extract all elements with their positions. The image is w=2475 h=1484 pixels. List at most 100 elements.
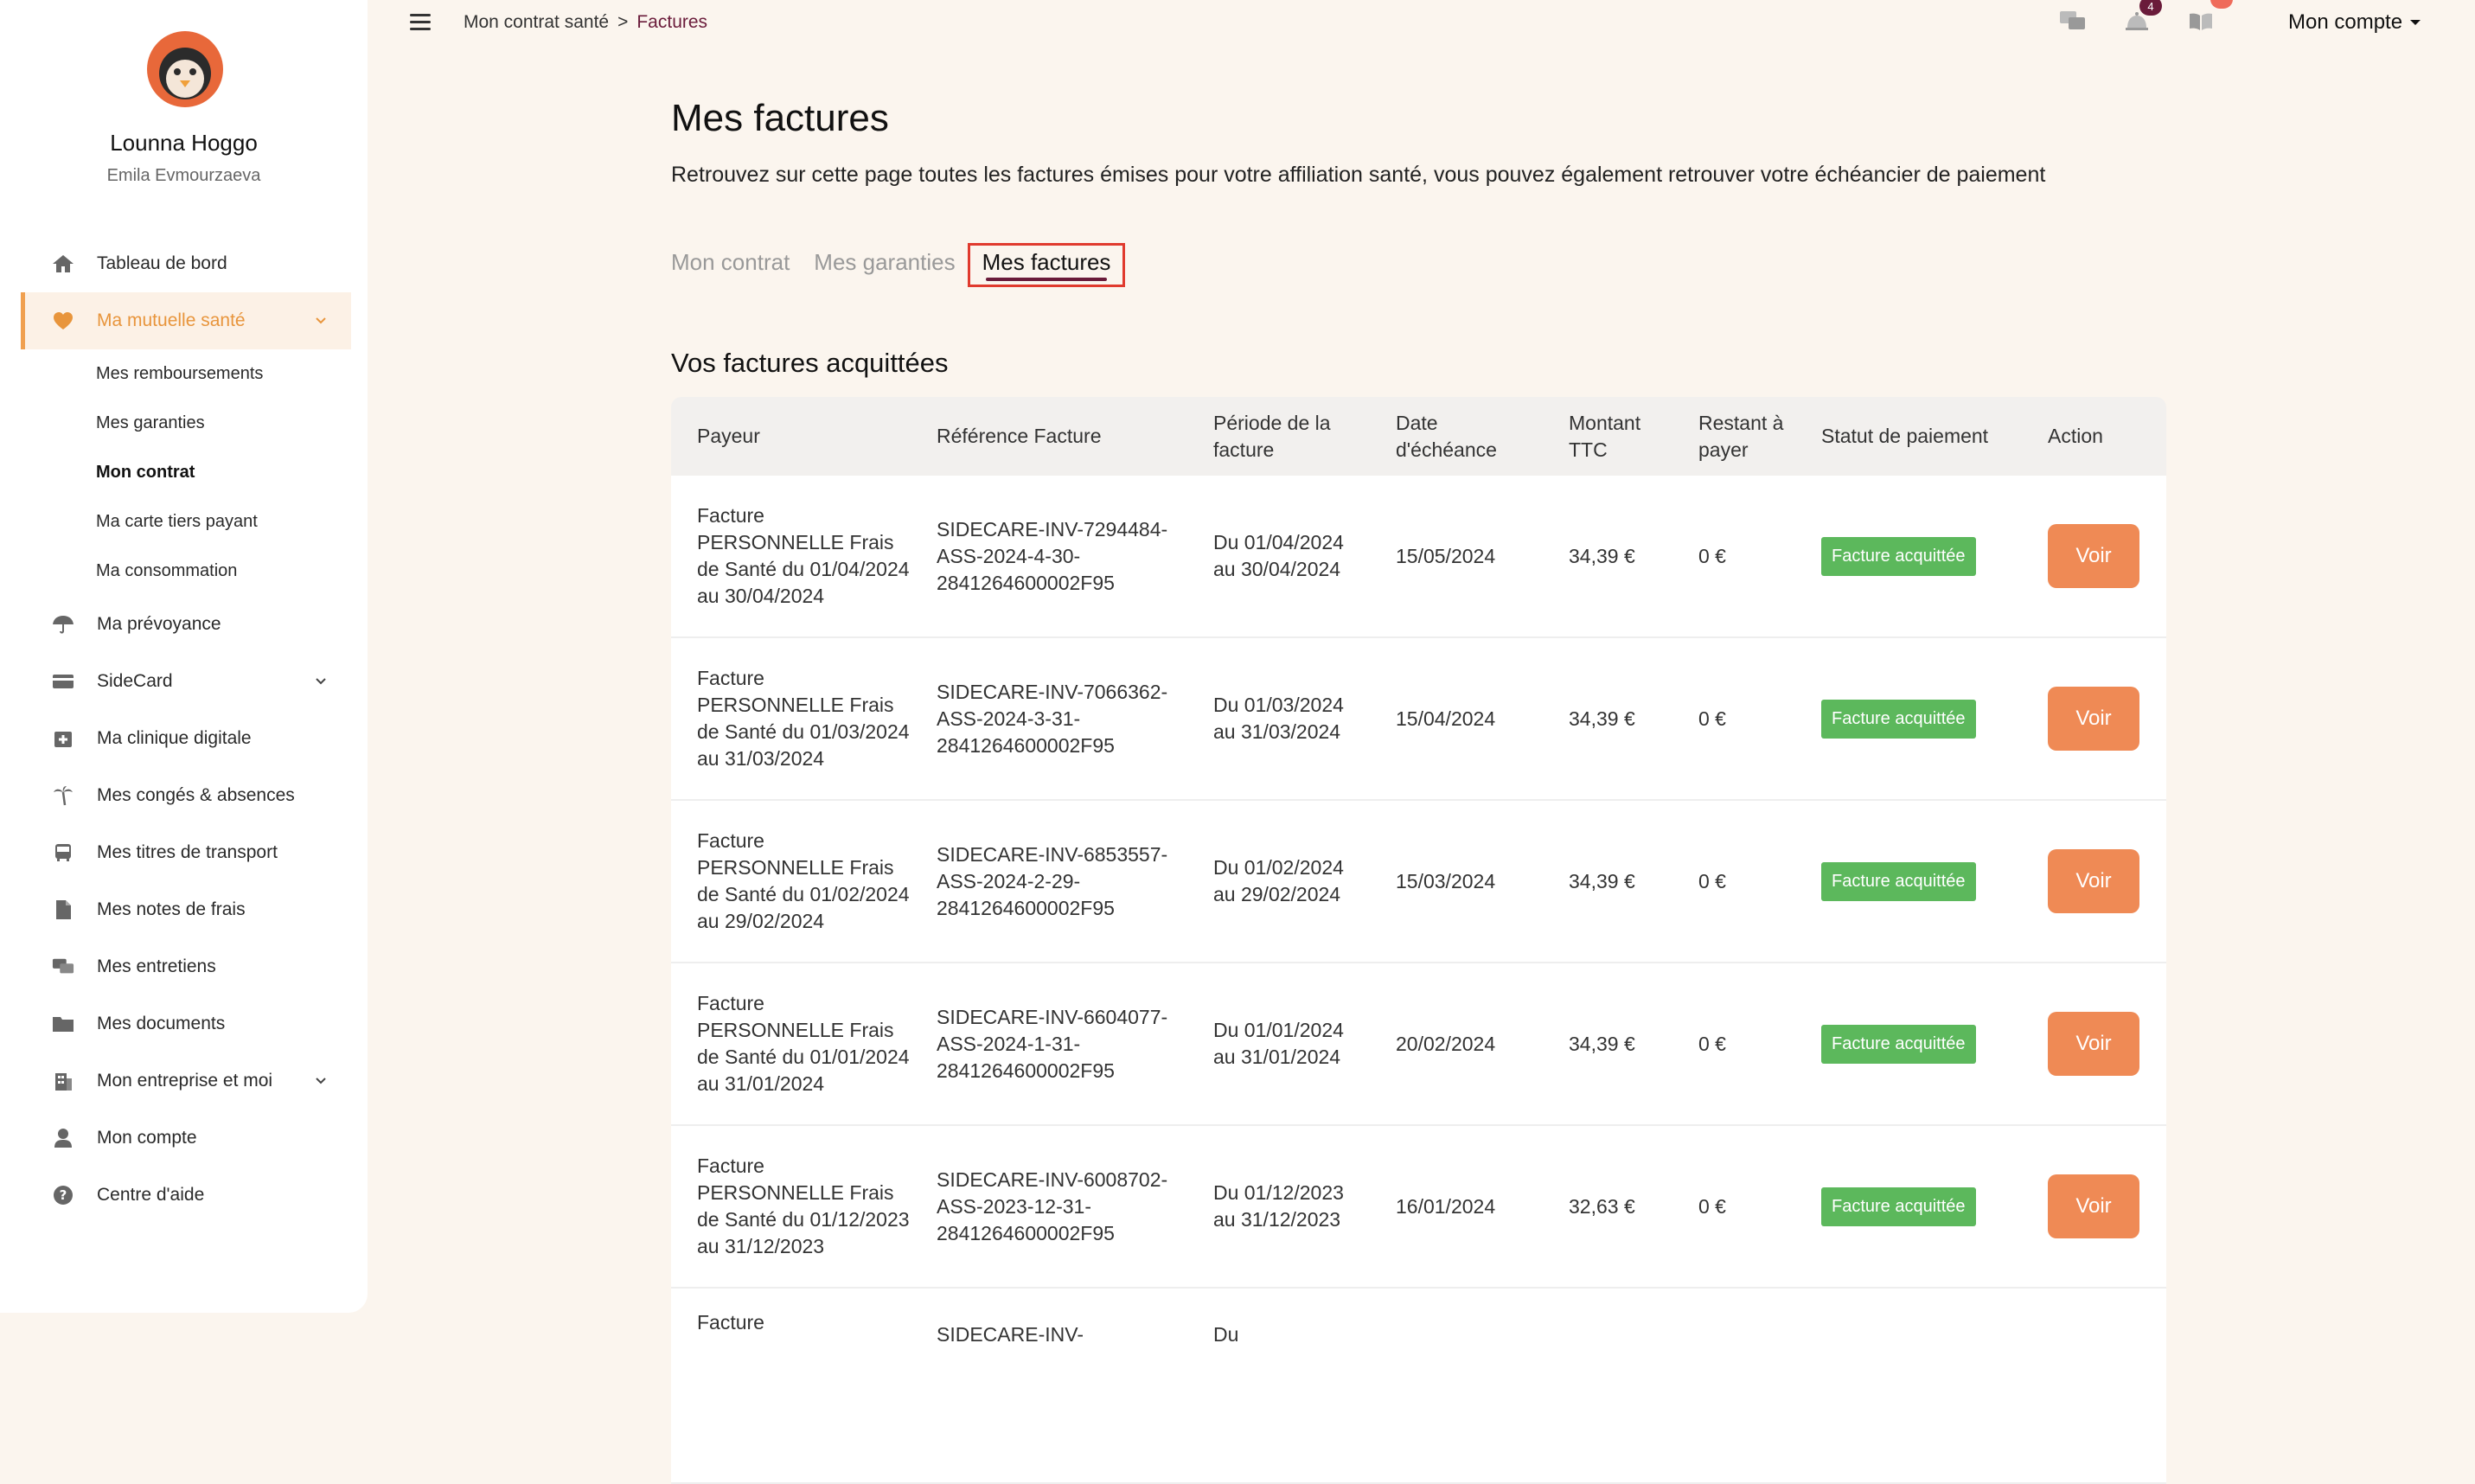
chat-icon <box>52 956 74 977</box>
account-label: Mon compte <box>2288 10 2403 34</box>
breadcrumb-current: Factures <box>636 12 708 32</box>
invoices-table: Payeur Référence Facture Période de la f… <box>671 397 2166 1484</box>
subnav-item-garanties[interactable]: Mes garanties <box>96 399 351 448</box>
tab-mes-garanties[interactable]: Mes garanties <box>814 249 955 287</box>
subnav-item-remboursements[interactable]: Mes remboursements <box>96 349 351 399</box>
sidebar-item-compte[interactable]: Mon compte <box>21 1110 351 1167</box>
cell-reference: SIDECARE-INV-7066362-ASS-2024-3-31-28412… <box>911 637 1187 801</box>
cell-due-date <box>1370 1288 1543 1484</box>
page-description: Retrouvez sur cette page toutes les fact… <box>671 163 2046 187</box>
sidebar-item-sidecard[interactable]: SideCard <box>21 653 351 710</box>
column-header: Période de la facture <box>1187 397 1370 476</box>
topbar-icons: 4 <box>2058 0 2233 35</box>
sidebar-item-dashboard[interactable]: Tableau de bord <box>21 235 351 292</box>
penguin-avatar-icon <box>159 48 211 99</box>
chevron-down-icon[interactable] <box>315 675 327 688</box>
cell-due-date: 20/02/2024 <box>1370 963 1543 1126</box>
cell-action: Voir <box>2022 963 2166 1126</box>
sidebar-item-label: Centre d'aide <box>97 1185 205 1205</box>
notification-badge: 4 <box>2139 0 2162 16</box>
cell-period: Du 01/01/2024 au 31/01/2024 <box>1187 963 1370 1126</box>
table-row: Facture PERSONNELLE Frais de Santé du 01… <box>671 963 2166 1126</box>
section-title: Vos factures acquittées <box>671 348 949 378</box>
sidebar-item-label: Mes notes de frais <box>97 899 246 919</box>
voir-button[interactable]: Voir <box>2048 1012 2139 1076</box>
sidebar-item-transport[interactable]: Mes titres de transport <box>21 824 351 881</box>
cell-period: Du 01/12/2023 au 31/12/2023 <box>1187 1125 1370 1289</box>
bus-icon <box>52 842 74 863</box>
cell-amount: 34,39 € <box>1543 963 1672 1126</box>
chevron-down-icon[interactable] <box>315 1075 327 1087</box>
user-icon <box>52 1128 74 1148</box>
cell-payer: Facture PERSONNELLE Frais de Santé du 01… <box>671 476 911 638</box>
column-header: Restant à payer <box>1672 397 1795 476</box>
cell-status: Facture acquittée <box>1795 476 2022 638</box>
umbrella-icon <box>52 614 74 635</box>
cell-status: Facture acquittée <box>1795 963 2022 1126</box>
tab-label: Mes factures <box>982 249 1111 275</box>
sidebar-item-mutuelle[interactable]: Ma mutuelle santé <box>21 292 351 349</box>
cell-payer: Facture <box>671 1288 911 1484</box>
breadcrumb-parent[interactable]: Mon contrat santé <box>464 12 609 33</box>
tabs: Mon contrat Mes garanties Mes factures <box>671 243 1126 287</box>
sidebar-item-clinique[interactable]: Ma clinique digitale <box>21 710 351 767</box>
voir-button[interactable]: Voir <box>2048 849 2139 913</box>
subnav-item-carte-tiers-payant[interactable]: Ma carte tiers payant <box>96 497 351 547</box>
table-row: Facture PERSONNELLE Frais de Santé du 01… <box>671 637 2166 801</box>
sidebar-nav: Tableau de bord Ma mutuelle santé Mes re… <box>21 235 351 1224</box>
voir-button[interactable]: Voir <box>2048 524 2139 588</box>
chevron-down-icon[interactable] <box>315 315 327 327</box>
cell-period: Du 01/02/2024 au 29/02/2024 <box>1187 800 1370 963</box>
sidebar-item-conges[interactable]: Mes congés & absences <box>21 767 351 824</box>
avatar[interactable] <box>147 31 223 107</box>
book-badge <box>2210 0 2233 9</box>
cell-status: Facture acquittée <box>1795 1125 2022 1289</box>
breadcrumb-separator: > <box>617 12 629 32</box>
cell-payer: Facture PERSONNELLE Frais de Santé du 01… <box>671 1125 911 1289</box>
sidebar-item-documents[interactable]: Mes documents <box>21 995 351 1052</box>
subnav-item-contrat[interactable]: Mon contrat <box>96 448 351 497</box>
cell-remaining: 0 € <box>1672 963 1795 1126</box>
cell-action: Voir <box>2022 1125 2166 1289</box>
sidebar-item-label: Mes documents <box>97 1014 226 1033</box>
subnav-item-consommation[interactable]: Ma consommation <box>96 547 351 596</box>
cell-action: Voir <box>2022 476 2166 638</box>
cell-remaining: 0 € <box>1672 476 1795 638</box>
sidebar: Lounna Hoggo Emila Evmourzaeva Tableau d… <box>0 0 368 1313</box>
table-row: Facture SIDECARE-INV- Du <box>671 1288 2166 1484</box>
clinic-icon <box>52 728 74 749</box>
cell-reference: SIDECARE-INV-7294484-ASS-2024-4-30-28412… <box>911 476 1187 638</box>
sidebar-item-label: Mon compte <box>97 1128 197 1148</box>
account-menu[interactable]: Mon compte <box>2288 10 2421 35</box>
column-header: Montant TTC <box>1543 397 1672 476</box>
book-icon[interactable] <box>2186 0 2233 35</box>
cell-status: Facture acquittée <box>1795 637 2022 801</box>
card-icon <box>52 671 74 692</box>
sidebar-item-label: Mes congés & absences <box>97 785 295 805</box>
tab-mon-contrat[interactable]: Mon contrat <box>671 249 790 287</box>
cell-action <box>2022 1288 2166 1484</box>
sidebar-item-notes-de-frais[interactable]: Mes notes de frais <box>21 881 351 938</box>
cell-remaining <box>1672 1288 1795 1484</box>
voir-button[interactable]: Voir <box>2048 687 2139 751</box>
menu-toggle-icon[interactable] <box>410 14 431 31</box>
status-badge: Facture acquittée <box>1821 1187 1976 1226</box>
notifications-bell-icon[interactable]: 4 <box>2122 0 2162 35</box>
sidebar-item-prevoyance[interactable]: Ma prévoyance <box>21 596 351 653</box>
cell-due-date: 15/03/2024 <box>1370 800 1543 963</box>
document-icon <box>52 899 74 920</box>
voir-button[interactable]: Voir <box>2048 1174 2139 1238</box>
cell-amount: 32,63 € <box>1543 1125 1672 1289</box>
sidebar-item-label: Mes titres de transport <box>97 842 278 862</box>
cell-remaining: 0 € <box>1672 637 1795 801</box>
column-header: Payeur <box>671 397 911 476</box>
cell-amount <box>1543 1288 1672 1484</box>
tab-mes-factures[interactable]: Mes factures <box>967 243 1126 287</box>
sidebar-item-aide[interactable]: ? Centre d'aide <box>21 1167 351 1224</box>
messages-icon[interactable] <box>2058 9 2088 35</box>
help-icon: ? <box>52 1185 74 1206</box>
sidebar-item-entretiens[interactable]: Mes entretiens <box>21 938 351 995</box>
cell-reference: SIDECARE-INV-6853557-ASS-2024-2-29-28412… <box>911 800 1187 963</box>
sidebar-item-entreprise[interactable]: Mon entreprise et moi <box>21 1052 351 1110</box>
cell-due-date: 16/01/2024 <box>1370 1125 1543 1289</box>
